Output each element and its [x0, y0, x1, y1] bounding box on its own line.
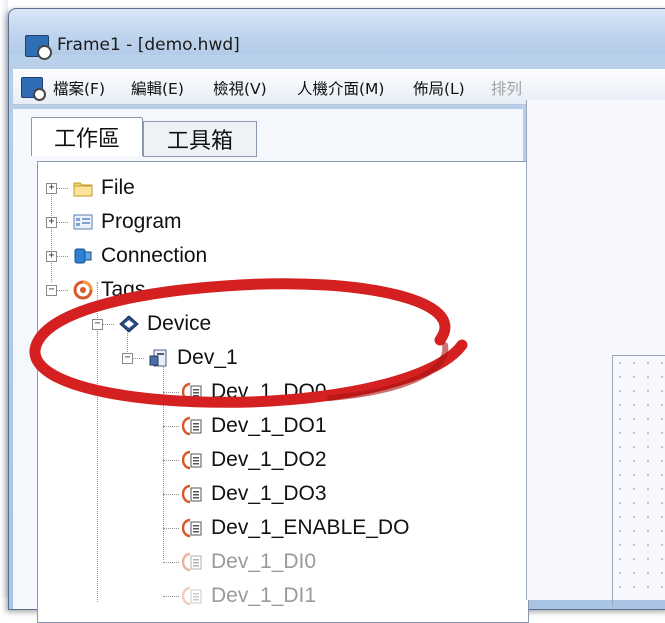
highlight-ellipse: [29, 278, 468, 408]
